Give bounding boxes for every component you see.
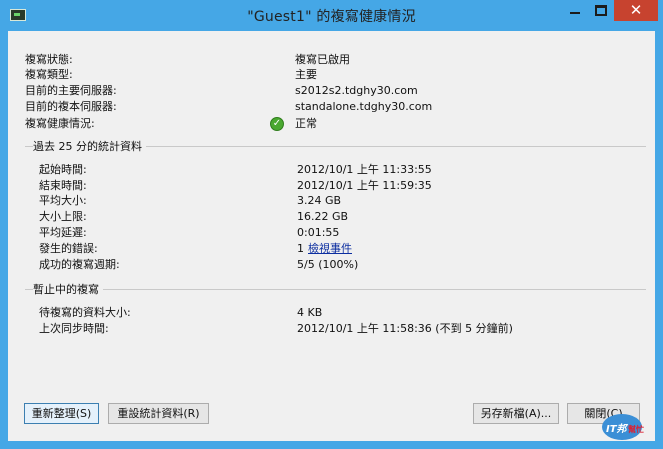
close-window-button[interactable]: ✕ [614,0,658,21]
check-icon: ✓ [270,117,284,131]
view-events-link[interactable]: 檢視事件 [308,242,352,255]
pending-size-label: 待複寫的資料大小: [39,306,131,319]
refresh-button[interactable]: 重新整理(S) [24,403,99,424]
end-time-label: 結束時間: [39,179,87,192]
start-time-label: 起始時間: [39,163,87,176]
average-latency-value: 0:01:55 [297,226,340,239]
reset-statistics-button[interactable]: 重設統計資料(R) [108,403,209,424]
max-size-label: 大小上限: [39,210,87,223]
maximize-button[interactable] [588,0,614,21]
replication-type-value: 主要 [295,68,317,81]
average-latency-label: 平均延遲: [39,226,87,239]
replication-state-label: 複寫狀態: [25,53,73,66]
last-sync-label: 上次同步時間: [39,322,109,335]
errors-label: 發生的錯誤: [39,242,98,255]
pending-group-title: 暫止中的複寫 [33,283,103,296]
close-icon: ✕ [629,1,643,19]
last-sync-value: 2012/10/1 上午 11:58:36 (不到 5 分鐘前) [297,322,513,335]
start-time-value: 2012/10/1 上午 11:33:55 [297,163,432,176]
minimize-button[interactable] [562,0,588,21]
pending-size-value: 4 KB [297,306,323,319]
primary-server-label: 目前的主要伺服器: [25,84,117,97]
replication-type-label: 複寫類型: [25,68,73,81]
replica-server-value: standalone.tdghy30.com [295,100,433,113]
dialog-body: 複寫狀態: 複寫已啟用 複寫類型: 主要 目前的主要伺服器: s2012s2.t… [8,31,655,441]
replication-health-window: "Guest1" 的複寫健康情況 ✕ 複寫狀態: 複寫已啟用 複寫類型: 主要 … [0,0,663,449]
save-as-button[interactable]: 另存新檔(A)... [473,403,559,424]
stats-group-title: 過去 25 分的統計資料 [33,140,146,153]
replica-server-label: 目前的複本伺服器: [25,100,117,113]
errors-value: 1 [297,242,304,255]
site-watermark-logo: IT邦 幫忙 [602,414,650,444]
average-size-value: 3.24 GB [297,194,342,207]
replication-health-value: 正常 [295,117,317,130]
end-time-value: 2012/10/1 上午 11:59:35 [297,179,432,192]
replication-state-value: 複寫已啟用 [295,53,350,66]
title-bar[interactable]: "Guest1" 的複寫健康情況 ✕ [0,0,663,31]
primary-server-value: s2012s2.tdghy30.com [295,84,418,97]
pending-group-border [25,289,646,290]
max-size-value: 16.22 GB [297,210,349,223]
average-size-label: 平均大小: [39,194,87,207]
replication-health-label: 複寫健康情況: [25,117,95,130]
successful-cycles-label: 成功的複寫週期: [39,258,120,271]
successful-cycles-value: 5/5 (100%) [297,258,359,271]
